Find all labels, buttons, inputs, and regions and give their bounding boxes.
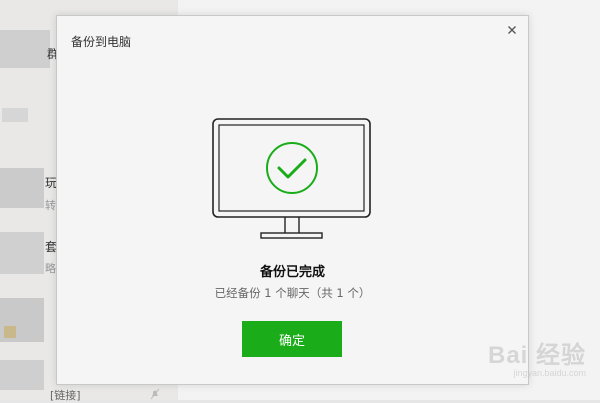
blurred-avatar [0, 360, 44, 390]
backup-status-detail: 已经备份 1 个聊天（共 1 个） [214, 286, 371, 300]
chat-preview-fragment: 略 [45, 262, 56, 275]
backup-dialog: 备份到电脑 备份已完成 已经备份 1 个聊天（共 1 个） 确定 [56, 15, 529, 385]
confirm-button[interactable]: 确定 [242, 321, 342, 357]
chat-preview-link: [链接] [50, 389, 81, 402]
blurred-avatar [0, 232, 44, 274]
mute-bell-icon [150, 388, 160, 400]
blurred-text [2, 108, 28, 122]
chat-preview-fragment: 转 [45, 199, 56, 212]
baidu-jingyan-watermark: Bai 经验 jingyan.baidu.com [488, 335, 586, 378]
blurred-avatar [4, 326, 16, 338]
blurred-avatar [0, 30, 50, 68]
check-circle-icon [266, 142, 318, 194]
close-button[interactable] [504, 22, 520, 38]
monitor-success-icon [212, 118, 371, 239]
backup-status-title: 备份已完成 [259, 265, 325, 280]
dialog-title: 备份到电脑 [71, 35, 132, 49]
watermark-brand: Bai 经验 [487, 342, 586, 369]
blurred-avatar [0, 168, 44, 208]
close-icon [508, 26, 516, 34]
